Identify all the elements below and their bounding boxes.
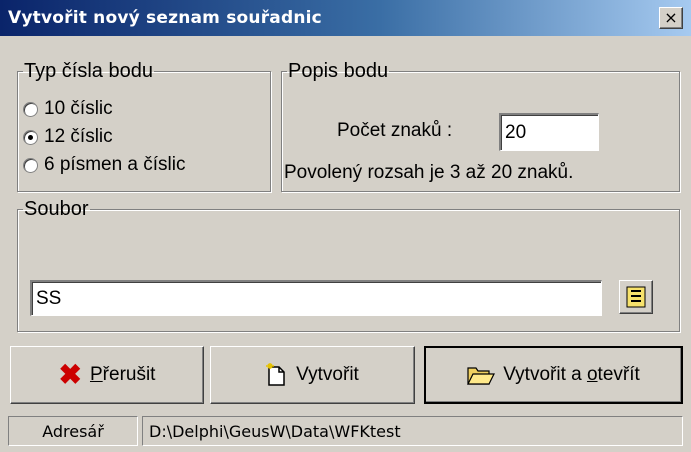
radio-label: 6 písmen a číslic: [44, 154, 186, 175]
create-button[interactable]: Vytvořit: [210, 346, 415, 404]
close-button[interactable]: ×: [659, 7, 683, 29]
open-folder-icon: [467, 367, 496, 385]
status-label-panel: Adresář: [8, 416, 138, 446]
radio-button-icon: [23, 101, 38, 117]
status-bar: Adresář D:\Delphi\GeusW\Data\WFKtest: [0, 412, 691, 452]
status-path-panel: D:\Delphi\GeusW\Data\WFKtest: [142, 416, 683, 446]
radio-12-cislic[interactable]: 12 číslic: [23, 126, 113, 148]
new-document-icon: [266, 363, 285, 386]
typ-cisla-bodu-group: Typ čísla bodu 10 číslic 12 číslic 6 pís…: [17, 60, 271, 192]
soubor-legend: Soubor: [24, 198, 89, 220]
radio-6-pismen[interactable]: 6 písmen a číslic: [23, 154, 186, 176]
radio-10-cislic[interactable]: 10 číslic: [23, 98, 113, 120]
cancel-button[interactable]: ✖ Přerušit: [10, 346, 204, 404]
radio-label: 10 číslic: [44, 98, 113, 119]
typ-cisla-bodu-legend: Typ čísla bodu: [24, 60, 153, 82]
cancel-label: Přerušit: [89, 364, 156, 385]
radio-label: 12 číslic: [44, 126, 113, 147]
create-and-open-button[interactable]: Vytvořit a otevřít: [424, 346, 683, 404]
pocet-znaku-input[interactable]: [499, 113, 599, 151]
window-title: Vytvořit nový seznam souřadnic: [8, 8, 322, 28]
popis-bodu-group: Popis bodu Počet znaků : Povolený rozsah…: [281, 60, 680, 192]
range-hint-text: Povolený rozsah je 3 až 20 znaků.: [284, 162, 574, 183]
pocet-znaku-label: Počet znaků :: [337, 120, 453, 141]
file-browse-icon: [626, 286, 646, 308]
create-label: Vytvořit: [296, 364, 359, 385]
file-name-input[interactable]: [30, 280, 602, 316]
radio-button-icon: [23, 157, 38, 173]
popis-bodu-legend: Popis bodu: [288, 60, 389, 82]
x-mark-icon: ✖: [58, 359, 82, 390]
soubor-group: Soubor: [17, 198, 680, 332]
create-and-open-label: Vytvořit a otevřít: [503, 364, 640, 385]
title-bar[interactable]: Vytvořit nový seznam souřadnic ×: [0, 0, 691, 36]
radio-button-selected-icon: [23, 129, 38, 145]
browse-file-button[interactable]: [619, 280, 653, 314]
